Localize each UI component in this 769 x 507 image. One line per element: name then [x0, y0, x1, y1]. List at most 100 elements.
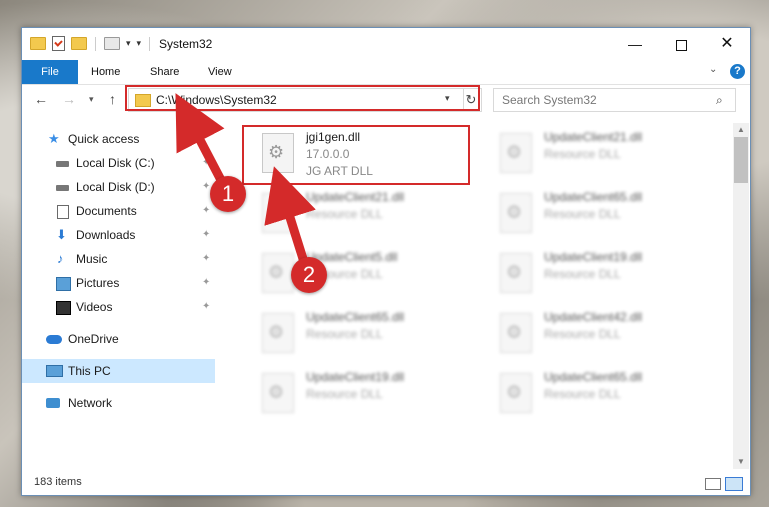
this-pc-icon	[46, 365, 63, 377]
file-name: UpdateClient42.dll	[544, 310, 643, 324]
downloads-icon: ⬇	[56, 227, 67, 242]
dll-file-icon	[500, 313, 532, 353]
pin-icon: ✦	[202, 229, 211, 240]
music-icon: ♪	[57, 251, 64, 266]
recent-locations-icon[interactable]: ▾	[89, 94, 94, 105]
scroll-thumb[interactable]	[734, 137, 748, 183]
details-view-icon[interactable]	[705, 478, 721, 490]
pin-icon: ✦	[202, 301, 211, 312]
file-item[interactable]: UpdateClient65.dll Resource DLL	[480, 187, 706, 243]
disk-icon	[56, 185, 69, 191]
sidebar-item-label: Music	[76, 252, 108, 266]
close-button[interactable]: ✕	[704, 28, 750, 60]
dll-file-icon	[262, 313, 294, 353]
file-name: UpdateClient65.dll	[306, 310, 405, 324]
folder-icon[interactable]	[30, 37, 46, 50]
dll-file-icon	[262, 253, 294, 293]
file-name: UpdateClient19.dll	[306, 370, 405, 384]
scroll-down-icon[interactable]: ▼	[737, 457, 745, 466]
file-item[interactable]: UpdateClient65.dll Resource DLL	[480, 367, 706, 423]
file-item[interactable]: UpdateClient5.dll Resource DLL	[242, 247, 468, 303]
sidebar-item-network[interactable]: Network	[22, 391, 215, 415]
dll-file-icon	[500, 253, 532, 293]
new-folder-icon[interactable]	[71, 37, 87, 50]
sidebar-item-label: OneDrive	[68, 332, 119, 346]
step-1-badge: 1	[210, 176, 246, 212]
file-description: Resource DLL	[544, 387, 621, 401]
sidebar-item-label: Downloads	[76, 228, 136, 242]
file-description: Resource DLL	[306, 387, 383, 401]
pin-icon: ✦	[202, 205, 211, 216]
file-item[interactable]: UpdateClient21.dll Resource DLL	[480, 127, 706, 183]
tiles-view-icon[interactable]	[725, 477, 743, 491]
file-item[interactable]: UpdateClient65.dll Resource DLL	[242, 307, 468, 363]
file-description: Resource DLL	[306, 327, 383, 341]
file-highlight	[242, 125, 470, 185]
expand-ribbon-icon[interactable]: ⌄	[709, 64, 717, 75]
minimize-button[interactable]: —	[612, 28, 658, 60]
tab-share[interactable]: Share	[150, 60, 179, 84]
file-name: UpdateClient19.dll	[544, 250, 643, 264]
search-input[interactable]: Search System32 ⌕	[493, 88, 736, 112]
forward-button[interactable]: →	[62, 91, 76, 107]
step-2-badge: 2	[291, 257, 327, 293]
file-item[interactable]: UpdateClient21.dll Resource DLL	[242, 187, 468, 243]
toolbar-divider	[95, 36, 96, 51]
pin-icon: ✦	[202, 277, 211, 288]
ribbon: File Home Share View ⌄ ?	[22, 60, 750, 85]
tab-file[interactable]: File	[22, 60, 78, 84]
pin-icon: ✦	[202, 253, 211, 264]
status-bar: 183 items	[22, 474, 750, 494]
file-item[interactable]: UpdateClient42.dll Resource DLL	[480, 307, 706, 363]
customize-toolbar-icon[interactable]: ▾	[137, 38, 142, 49]
dll-file-icon	[262, 193, 294, 233]
file-name: UpdateClient21.dll	[306, 190, 405, 204]
sidebar-item-downloads[interactable]: ⬇ Downloads ✦	[22, 223, 215, 247]
sidebar-item-quick-access[interactable]: ★ Quick access	[22, 127, 215, 151]
sidebar-item-label: Documents	[76, 204, 137, 218]
item-count: 183 items	[34, 476, 82, 488]
up-button[interactable]: ↑	[109, 91, 116, 107]
tab-view[interactable]: View	[208, 60, 232, 84]
sidebar-item-music[interactable]: ♪ Music ✦	[22, 247, 215, 271]
maximize-icon	[675, 39, 687, 51]
sidebar-item-label: Local Disk (C:)	[76, 156, 155, 170]
sidebar-item-local-disk-c[interactable]: Local Disk (C:) ✦	[22, 151, 215, 175]
file-name: UpdateClient65.dll	[544, 370, 643, 384]
sidebar-item-label: Network	[68, 396, 113, 410]
file-name: UpdateClient21.dll	[544, 130, 643, 144]
pin-icon: ✦	[202, 157, 211, 168]
vertical-scrollbar[interactable]: ▲ ▼	[733, 123, 749, 469]
close-icon: ✕	[720, 35, 734, 52]
dll-file-icon	[500, 193, 532, 233]
chevron-down-icon[interactable]: ▾	[126, 38, 131, 49]
sidebar-item-local-disk-d[interactable]: Local Disk (D:) ✦	[22, 175, 215, 199]
sidebar-item-videos[interactable]: Videos ✦	[22, 295, 215, 319]
file-description: Resource DLL	[544, 267, 621, 281]
documents-icon	[57, 205, 69, 219]
maximize-button[interactable]	[658, 28, 704, 60]
network-icon	[46, 398, 60, 408]
sidebar-item-documents[interactable]: Documents ✦	[22, 199, 215, 223]
file-item[interactable]: UpdateClient19.dll Resource DLL	[242, 367, 468, 423]
back-button[interactable]: ←	[34, 91, 48, 107]
search-icon[interactable]: ⌕	[716, 93, 723, 108]
disk-icon	[56, 161, 69, 167]
sidebar-item-label: Videos	[76, 300, 113, 314]
file-item[interactable]: UpdateClient19.dll Resource DLL	[480, 247, 706, 303]
help-icon[interactable]: ?	[730, 64, 745, 79]
title-bar: ▾ ▾ System32 — ✕	[22, 28, 750, 60]
tab-home[interactable]: Home	[91, 60, 120, 84]
scroll-up-icon[interactable]: ▲	[737, 125, 745, 134]
file-list: jgi1gen.dll 17.0.0.0 JG ART DLL UpdateCl…	[222, 123, 732, 463]
rename-icon[interactable]	[104, 37, 120, 50]
sidebar-item-onedrive[interactable]: OneDrive	[22, 327, 215, 351]
window-title: System32	[159, 37, 213, 51]
navigation-pane: ★ Quick access Local Disk (C:) ✦ Local D…	[22, 123, 215, 463]
sidebar-item-this-pc[interactable]: This PC	[22, 359, 215, 383]
videos-icon	[56, 301, 71, 315]
star-icon: ★	[48, 131, 60, 146]
sidebar-item-pictures[interactable]: Pictures ✦	[22, 271, 215, 295]
properties-icon[interactable]	[52, 36, 65, 51]
minimize-icon: —	[628, 36, 642, 52]
